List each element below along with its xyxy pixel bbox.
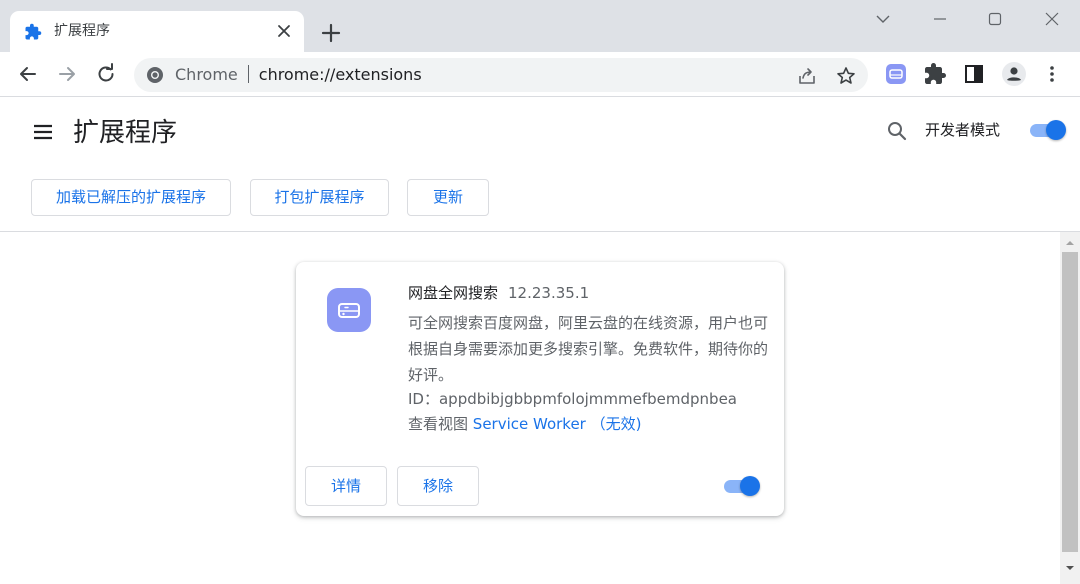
forward-arrow-icon[interactable]	[55, 62, 79, 86]
menu-icon[interactable]	[32, 121, 54, 143]
toggle-knob	[1046, 120, 1066, 140]
update-button[interactable]: 更新	[407, 179, 489, 216]
star-icon[interactable]	[835, 65, 857, 87]
side-panel-icon[interactable]	[962, 62, 986, 86]
remove-button[interactable]: 移除	[397, 466, 479, 506]
extension-icon	[327, 288, 371, 332]
chevron-down-icon[interactable]	[872, 8, 894, 30]
minimize-icon[interactable]	[929, 8, 951, 30]
extension-enable-toggle[interactable]	[722, 475, 760, 497]
details-button[interactable]: 详情	[305, 466, 387, 506]
chrome-logo-icon	[147, 67, 163, 83]
page-title: 扩展程序	[73, 118, 178, 148]
omnibox-site-label: Chrome	[175, 65, 238, 84]
share-icon[interactable]	[796, 65, 818, 87]
scroll-thumb[interactable]	[1062, 252, 1078, 552]
service-worker-link[interactable]: Service Worker （无效)	[473, 415, 642, 433]
load-unpacked-button[interactable]: 加载已解压的扩展程序	[31, 179, 231, 216]
extension-id: ID：appdbibjgbbpmfolojmmmefbemdpnbea	[408, 388, 737, 410]
more-vert-icon[interactable]	[1040, 62, 1064, 86]
tab-title: 扩展程序	[54, 23, 110, 39]
extensions-header: 扩展程序 开发者模式 加载已解压的扩展程序 打包扩展程序 更新	[0, 98, 1080, 232]
views-label: 查看视图	[408, 415, 469, 433]
close-icon[interactable]	[274, 21, 294, 41]
dev-mode-label: 开发者模式	[925, 121, 1001, 139]
extension-version: 12.23.35.1	[508, 284, 590, 302]
search-icon[interactable]	[886, 120, 908, 142]
reload-icon[interactable]	[94, 62, 118, 86]
close-icon[interactable]	[1041, 8, 1063, 30]
extension-id-label: ID：	[408, 390, 439, 408]
drive-icon	[338, 303, 360, 318]
scroll-up-arrow-icon[interactable]	[1064, 237, 1076, 249]
new-tab-plus-icon[interactable]	[318, 20, 344, 46]
browser-toolbar: Chrome chrome://extensions	[0, 52, 1080, 97]
extension-card: 网盘全网搜索 12.23.35.1 可全网搜索百度网盘，阿里云盘的在线资源，用户也…	[296, 262, 784, 516]
omnibox-url: chrome://extensions	[258, 65, 422, 84]
omnibox-text: Chrome chrome://extensions	[175, 65, 422, 85]
extension-name-line: 网盘全网搜索 12.23.35.1	[408, 282, 589, 304]
scroll-down-arrow-icon[interactable]	[1064, 562, 1076, 574]
maximize-icon[interactable]	[984, 8, 1006, 30]
extension-name: 网盘全网搜索	[408, 284, 499, 302]
omnibox-separator	[247, 65, 249, 83]
tab-strip: 扩展程序	[0, 0, 1080, 52]
extension-views: 查看视图 Service Worker （无效)	[408, 413, 641, 435]
address-bar[interactable]: Chrome chrome://extensions	[134, 58, 868, 92]
extension-drive-icon[interactable]	[884, 62, 908, 86]
pack-extension-button[interactable]: 打包扩展程序	[250, 179, 389, 216]
extension-description: 可全网搜索百度网盘，阿里云盘的在线资源，用户也可根据自身需要添加更多搜索引擎。免…	[408, 314, 769, 384]
profile-icon[interactable]	[1002, 62, 1026, 86]
back-arrow-icon[interactable]	[16, 62, 40, 86]
dev-mode-toggle[interactable]	[1028, 119, 1066, 141]
toggle-knob	[740, 476, 760, 496]
puzzle-icon[interactable]	[923, 62, 947, 86]
puzzle-icon	[25, 23, 42, 40]
tab-extensions[interactable]: 扩展程序	[10, 11, 304, 52]
extension-id-value: appdbibjgbbpmfolojmmmefbemdpnbea	[438, 390, 737, 408]
